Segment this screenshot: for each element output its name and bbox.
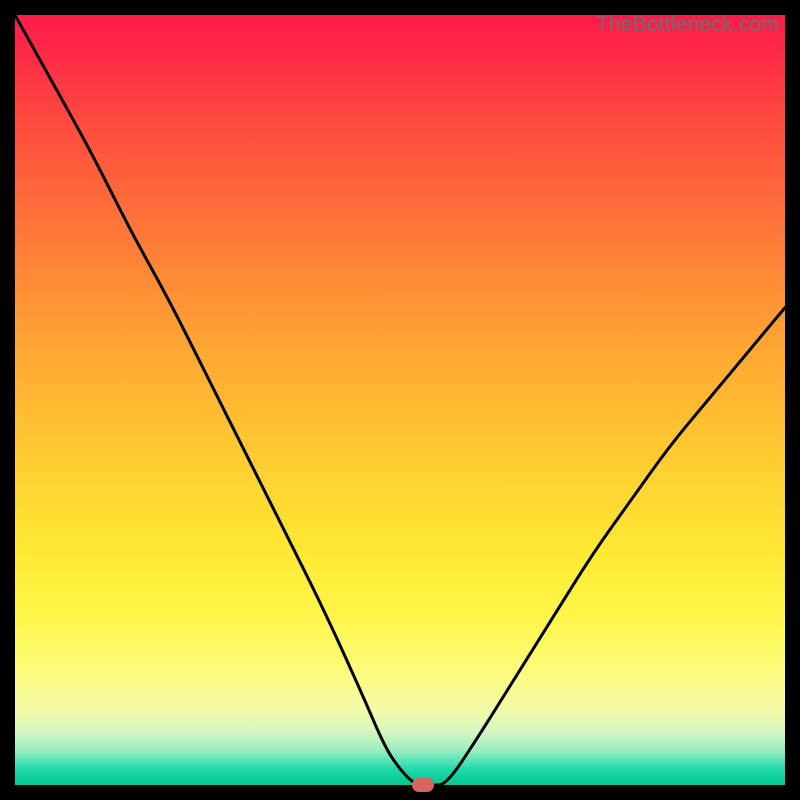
optimal-marker — [412, 778, 434, 792]
curve-path — [15, 15, 785, 785]
plot-area: TheBottleneck.com — [15, 15, 785, 785]
bottleneck-curve — [15, 15, 785, 785]
chart-frame: TheBottleneck.com — [0, 0, 800, 800]
